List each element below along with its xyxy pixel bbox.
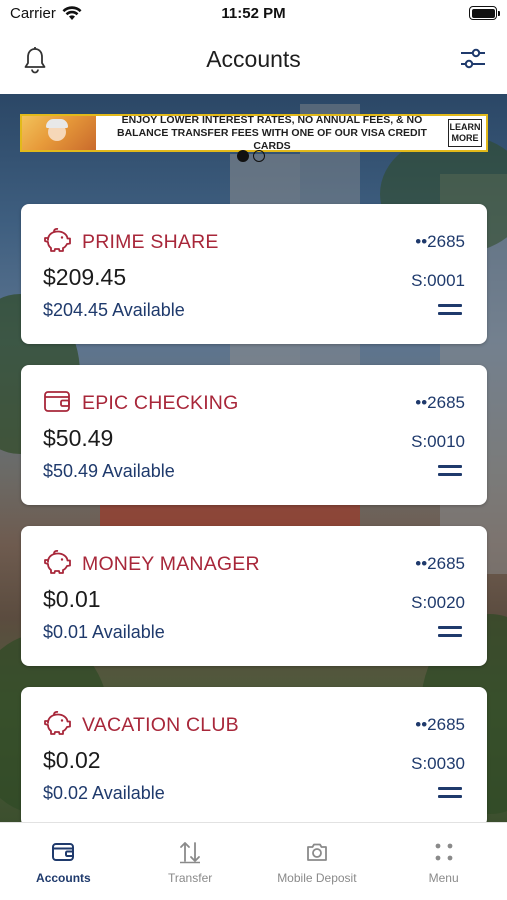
- tab-mobile-deposit[interactable]: Mobile Deposit: [254, 823, 381, 900]
- account-number: ••2685: [415, 715, 465, 734]
- piggy-bank-icon: [44, 227, 71, 252]
- account-card-epic-checking[interactable]: EPIC CHECKING ••2685 $50.49 S:0010 $50.4…: [21, 365, 487, 505]
- drag-handle-icon[interactable]: [438, 464, 462, 476]
- camera-icon: [306, 843, 327, 861]
- account-name: PRIME SHARE: [82, 231, 219, 253]
- banner-text: ENJOY LOWER INTEREST RATES, NO ANNUAL FE…: [117, 113, 427, 152]
- piggy-bank-icon: [44, 549, 71, 574]
- status-time: 11:52 PM: [221, 5, 286, 22]
- banner-pager[interactable]: [237, 150, 265, 162]
- account-card-prime-share[interactable]: PRIME SHARE ••2685 $209.45 S:0001 $204.4…: [21, 204, 487, 344]
- account-suffix: S:0010: [411, 432, 465, 451]
- account-name: VACATION CLUB: [82, 714, 239, 736]
- battery-icon: [469, 6, 500, 20]
- account-number: ••2685: [415, 232, 465, 251]
- account-suffix: S:0001: [411, 271, 465, 290]
- account-balance: $209.45: [43, 264, 127, 290]
- grid-dots-icon: [435, 843, 453, 861]
- pager-dot[interactable]: [253, 150, 265, 162]
- drag-handle-icon[interactable]: [438, 786, 462, 798]
- account-balance: $0.02: [43, 747, 101, 773]
- status-bar: Carrier 11:52 PM: [0, 0, 507, 28]
- account-suffix: S:0030: [411, 754, 465, 773]
- account-name: EPIC CHECKING: [82, 392, 239, 414]
- wallet-icon: [52, 843, 75, 861]
- available-balance: $50.49 Available: [43, 461, 175, 481]
- account-number: ••2685: [415, 393, 465, 412]
- tab-label: Menu: [428, 871, 459, 885]
- account-balance: $50.49: [43, 425, 114, 451]
- tab-label: Transfer: [168, 871, 213, 885]
- tab-label: Mobile Deposit: [277, 871, 357, 885]
- account-balance: $0.01: [43, 586, 101, 612]
- account-card-money-manager[interactable]: MONEY MANAGER ••2685 $0.01 S:0020 $0.01 …: [21, 526, 487, 666]
- drag-handle-icon[interactable]: [438, 303, 462, 315]
- account-number: ••2685: [415, 554, 465, 573]
- tab-menu[interactable]: Menu: [380, 823, 507, 900]
- account-card-vacation-club[interactable]: VACATION CLUB ••2685 $0.02 S:0030 $0.02 …: [21, 687, 487, 827]
- filter-sliders-icon[interactable]: [459, 46, 487, 72]
- piggy-bank-icon: [44, 710, 71, 735]
- available-balance: $0.01 Available: [43, 622, 165, 642]
- tab-label: Accounts: [36, 871, 91, 885]
- account-name: MONEY MANAGER: [82, 553, 260, 575]
- tab-accounts[interactable]: Accounts: [0, 823, 127, 900]
- banner-photo: [22, 116, 96, 150]
- account-suffix: S:0020: [411, 593, 465, 612]
- wallet-icon: [44, 391, 70, 412]
- available-balance: $204.45 Available: [43, 300, 185, 320]
- transfer-arrows-icon: [180, 842, 201, 864]
- pager-dot-active[interactable]: [237, 150, 249, 162]
- tab-transfer[interactable]: Transfer: [127, 823, 254, 900]
- available-balance: $0.02 Available: [43, 783, 165, 803]
- header: Accounts: [0, 28, 507, 94]
- page-title: Accounts: [206, 46, 301, 72]
- learn-more-button[interactable]: LEARN MORE: [448, 119, 482, 147]
- promo-banner[interactable]: ENJOY LOWER INTEREST RATES, NO ANNUAL FE…: [20, 114, 488, 152]
- bottom-tab-bar: Accounts Transfer Mobile Deposit Menu: [0, 822, 507, 900]
- drag-handle-icon[interactable]: [438, 625, 462, 637]
